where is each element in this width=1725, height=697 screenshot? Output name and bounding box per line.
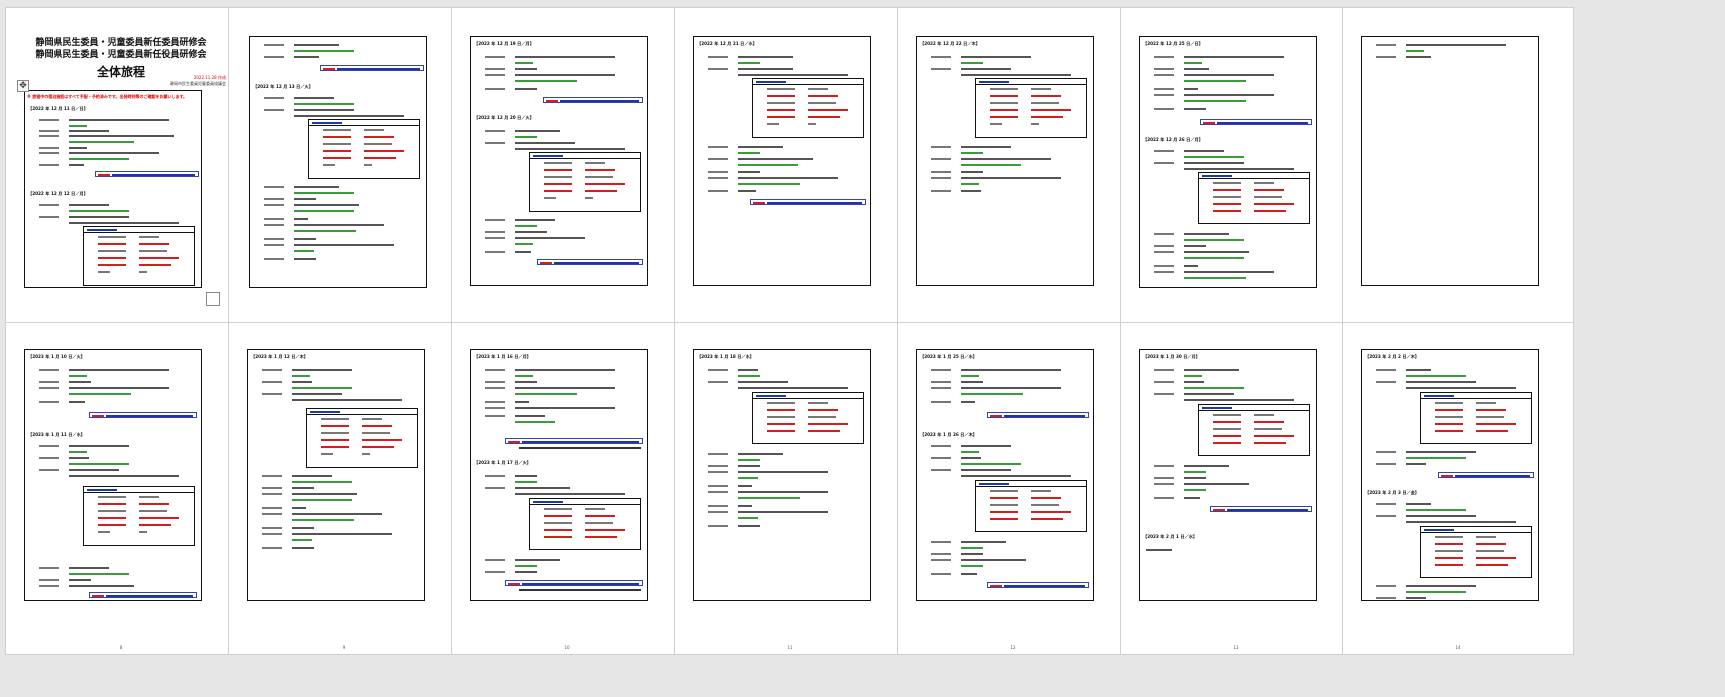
move-handle-icon[interactable]: ✥ xyxy=(17,80,29,92)
page-14: 【2023 年 2 月 2 日／木】 【2023 年 2 月 3 日／金】 14 xyxy=(1342,322,1574,655)
page-1-content: ※ 旅程中の宿泊施設はすべて手配・予約済みです。出発時刻等のご確認をお願いします… xyxy=(24,90,202,288)
day-header: 【2023 年 2 月 3 日／金】 xyxy=(1365,490,1420,495)
page-9: 【2023 年 1 月 12 日／木】 9 xyxy=(228,322,460,655)
page-number: 11 xyxy=(787,645,793,650)
page-13-content: 【2023 年 1 月 30 日／月】 【2023 年 2 月 1 日／水】 xyxy=(1139,349,1317,601)
day-header: 【2023 年 1 月 12 日／木】 xyxy=(251,354,308,359)
day-header: 【2022 年 12 月 25 日／日】 xyxy=(1143,41,1203,46)
doc-title-line-1: 静岡県民生委員・児童委員新任委員研修会 xyxy=(35,38,207,48)
day-header: 【2023 年 1 月 18 日／水】 xyxy=(697,354,754,359)
page-number: 12 xyxy=(1010,645,1016,650)
day-header: 【2023 年 1 月 16 日／月】 xyxy=(474,354,531,359)
day-header: 【2023 年 2 月 1 日／水】 xyxy=(1143,534,1198,539)
day-header: 【2022 年 12 月 21 日／水】 xyxy=(697,41,757,46)
day-header: 【2022 年 12 月 11 日／日】 xyxy=(28,106,88,111)
page-12-content: 【2023 年 1 月 25 日／水】 【2023 年 1 月 26 日／木】 xyxy=(916,349,1094,601)
page-8-content: 【2023 年 1 月 10 日／火】 【2023 年 1 月 11 日／水】 xyxy=(24,349,202,601)
page-1: 静岡県民生委員・児童委員新任委員研修会 静岡県民生委員・児童委員新任役員研修会 … xyxy=(5,7,237,340)
page-7: 7 xyxy=(1342,7,1574,340)
day-header: 【2022 年 12 月 22 日／木】 xyxy=(920,41,980,46)
page-10-content: 【2023 年 1 月 16 日／月】 【2023 年 1 月 17 日／火】 xyxy=(470,349,648,601)
organization-name: 静岡市民生委員児童委員協議会 xyxy=(170,81,226,86)
page-3-content: 【2022 年 12 月 19 日／月】 【2022 年 12 月 20 日／火… xyxy=(470,36,648,286)
day-header: 【2023 年 1 月 25 日／水】 xyxy=(920,354,977,359)
day-header: 【2023 年 1 月 10 日／火】 xyxy=(28,354,85,359)
page-6: 【2022 年 12 月 25 日／日】 【2022 年 12 月 26 日／月… xyxy=(1120,7,1352,340)
page-14-content: 【2023 年 2 月 2 日／木】 【2023 年 2 月 3 日／金】 xyxy=(1361,349,1539,601)
day-header: 【2022 年 12 月 12 日／月】 xyxy=(28,191,88,196)
day-header: 【2022 年 12 月 20 日／火】 xyxy=(474,115,534,120)
page-1-notice: ※ 旅程中の宿泊施設はすべて手配・予約済みです。出発時刻等のご確認をお願いします… xyxy=(27,94,188,99)
page-4-content: 【2022 年 12 月 21 日／水】 xyxy=(693,36,871,286)
page-number: 13 xyxy=(1233,645,1239,650)
page-2-content: 【2022 年 12 月 13 日／火】 xyxy=(249,36,427,288)
page-2: 【2022 年 12 月 13 日／火】 2 xyxy=(228,7,460,340)
day-header: 【2023 年 1 月 11 日／水】 xyxy=(28,432,85,437)
page-number: 10 xyxy=(564,645,570,650)
day-header: 【2023 年 2 月 2 日／木】 xyxy=(1365,354,1420,359)
page-5: 【2022 年 12 月 22 日／木】 5 xyxy=(897,7,1129,340)
day-header: 【2023 年 1 月 26 日／木】 xyxy=(920,432,977,437)
page-13: 【2023 年 1 月 30 日／月】 【2023 年 2 月 1 日／水】 1… xyxy=(1120,322,1352,655)
day-header: 【2023 年 1 月 17 日／火】 xyxy=(474,460,531,465)
day-header: 【2022 年 12 月 26 日／月】 xyxy=(1143,137,1203,142)
page-9-content: 【2023 年 1 月 12 日／木】 xyxy=(247,349,425,601)
day-header: 【2022 年 12 月 19 日／月】 xyxy=(474,41,534,46)
page-11-content: 【2023 年 1 月 18 日／水】 xyxy=(693,349,871,601)
resize-handle-icon[interactable] xyxy=(206,292,220,306)
page-3: 【2022 年 12 月 19 日／月】 【2022 年 12 月 20 日／火… xyxy=(451,7,683,340)
page-12: 【2023 年 1 月 25 日／水】 【2023 年 1 月 26 日／木】 xyxy=(897,322,1129,655)
page-number: 8 xyxy=(119,645,123,650)
page-4: 【2022 年 12 月 21 日／水】 4 xyxy=(674,7,906,340)
page-7-content xyxy=(1361,36,1539,286)
doc-title-line-2: 静岡県民生委員・児童委員新任役員研修会 xyxy=(35,50,207,60)
page-5-content: 【2022 年 12 月 22 日／木】 xyxy=(916,36,1094,286)
page-8: 【2023 年 1 月 10 日／火】 【2023 年 1 月 11 日／水】 … xyxy=(5,322,237,655)
page-number: 14 xyxy=(1455,645,1461,650)
day-header: 【2022 年 12 月 13 日／火】 xyxy=(253,84,313,89)
page-10: 【2023 年 1 月 16 日／月】 【2023 年 1 月 17 日／火】 xyxy=(451,322,683,655)
page-11: 【2023 年 1 月 18 日／水】 11 xyxy=(674,322,906,655)
page-number: 9 xyxy=(342,645,346,650)
page-6-content: 【2022 年 12 月 25 日／日】 【2022 年 12 月 26 日／月… xyxy=(1139,36,1317,288)
day-header: 【2023 年 1 月 30 日／月】 xyxy=(1143,354,1200,359)
